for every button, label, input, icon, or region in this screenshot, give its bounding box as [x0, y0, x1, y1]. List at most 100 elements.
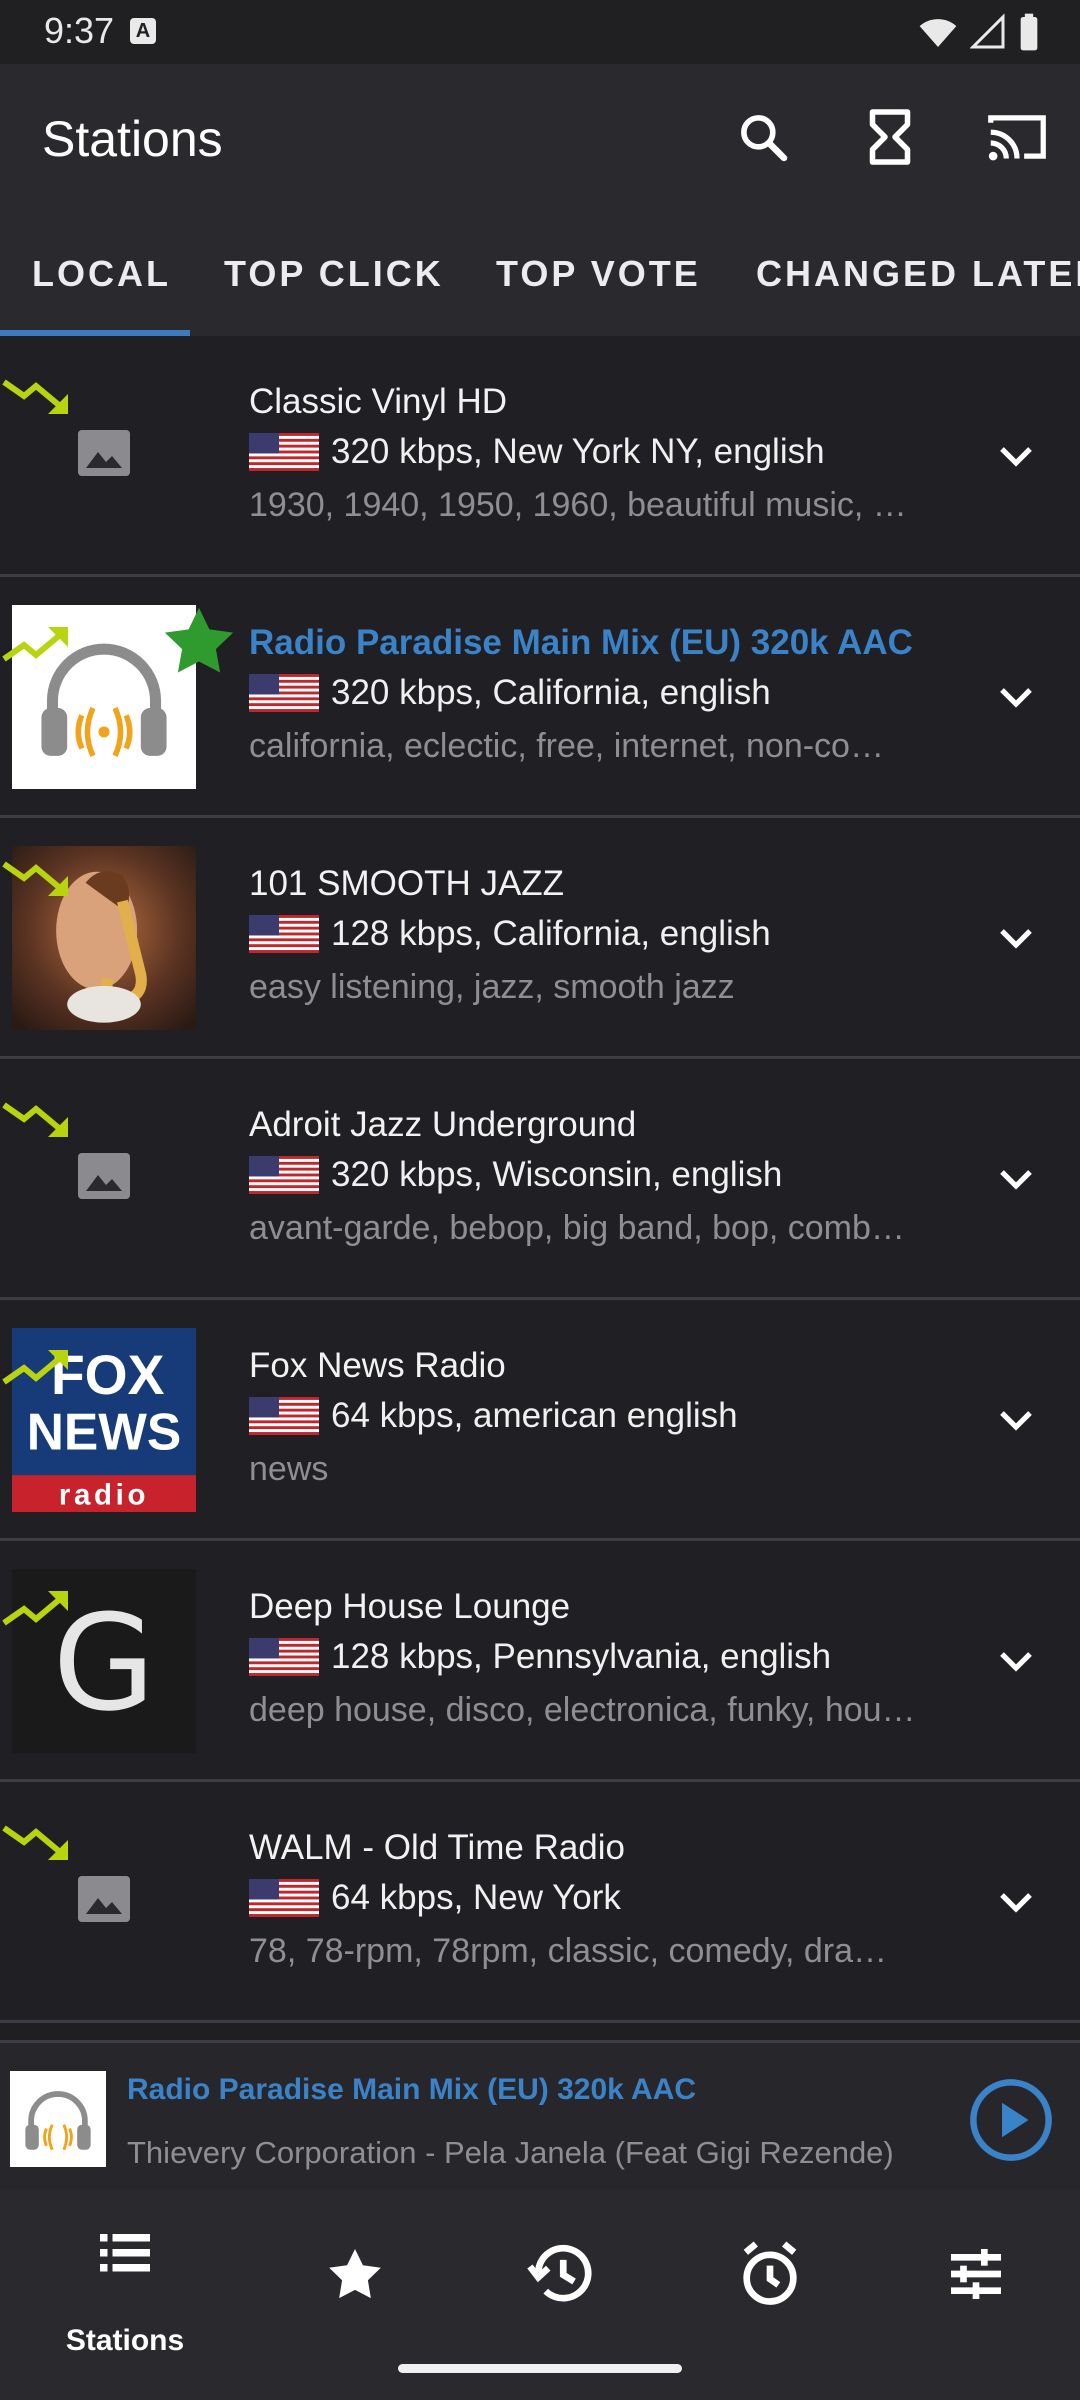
- tab-top-vote[interactable]: TOP VOTE: [496, 212, 701, 336]
- now-playing-track: Thievery Corporation - Pela Janela (Feat…: [127, 2135, 894, 2170]
- station-tags: avant-garde, bebop, big band, bop, comb…: [249, 1209, 905, 1247]
- station-tags: 78, 78-rpm, 78rpm, classic, comedy, dra…: [249, 1932, 888, 1970]
- news-logo-text: NEWS: [27, 1402, 182, 1460]
- trend-down-icon: [2, 1102, 68, 1137]
- station-info: 64 kbps, New York: [249, 1878, 621, 1918]
- wifi-icon: [919, 19, 957, 47]
- chevron-down-icon[interactable]: [992, 1155, 1040, 1203]
- trend-down-icon: [2, 861, 68, 896]
- station-info-text: 320 kbps, New York NY, english: [331, 432, 825, 471]
- nav-label-stations: Stations: [65, 2324, 185, 2357]
- station-tags: easy listening, jazz, smooth jazz: [249, 968, 735, 1006]
- station-info: 128 kbps, Pennsylvania, english: [249, 1637, 831, 1677]
- tab-changed-lately[interactable]: CHANGED LATEL: [756, 212, 1080, 336]
- home-indicator[interactable]: [398, 2364, 682, 2373]
- nav-stations[interactable]: Stations: [66, 2224, 184, 2357]
- station-row[interactable]: G Deep House Lounge 128 kbps, Pennsylvan…: [0, 1541, 1080, 1782]
- station-list[interactable]: Classic Vinyl HD 320 kbps, New York NY, …: [0, 336, 1080, 2023]
- tab-local[interactable]: LOCAL: [32, 212, 171, 336]
- station-info-text: 64 kbps, american english: [331, 1396, 738, 1435]
- nav-history[interactable]: [512, 2224, 612, 2334]
- chevron-down-icon[interactable]: [992, 673, 1040, 721]
- station-name: Adroit Jazz Underground: [249, 1105, 637, 1144]
- chevron-down-icon[interactable]: [992, 1878, 1040, 1926]
- chevron-down-icon[interactable]: [992, 432, 1040, 480]
- station-info: 320 kbps, California, english: [249, 673, 771, 713]
- nav-favorites[interactable]: [305, 2224, 405, 2334]
- station-tags: deep house, disco, electronica, funky, h…: [249, 1691, 916, 1729]
- signal-icon: [970, 13, 1005, 49]
- now-playing-thumbnail: [10, 2071, 106, 2167]
- trend-up-icon: [2, 1591, 68, 1626]
- now-playing-title: Radio Paradise Main Mix (EU) 320k AAC: [127, 2073, 697, 2106]
- station-info-text: 320 kbps, Wisconsin, english: [331, 1155, 783, 1194]
- station-row[interactable]: WALM - Old Time Radio 64 kbps, New York …: [0, 1782, 1080, 2023]
- us-flag-icon: [249, 1638, 319, 1676]
- station-name: Classic Vinyl HD: [249, 382, 508, 421]
- image-placeholder-icon: [78, 430, 130, 476]
- station-row[interactable]: FOX NEWS radio Fox News Radio 64 kbps, a…: [0, 1300, 1080, 1541]
- image-placeholder-icon: [78, 1153, 130, 1199]
- us-flag-icon: [249, 674, 319, 712]
- play-icon[interactable]: [968, 2077, 1054, 2163]
- search-button[interactable]: [728, 102, 798, 172]
- station-tags: news: [249, 1450, 329, 1488]
- star-icon: [329, 2249, 381, 2299]
- station-name: Radio Paradise Main Mix (EU) 320k AAC: [249, 623, 913, 662]
- now-playing-bar[interactable]: Radio Paradise Main Mix (EU) 320k AAC Th…: [0, 2040, 1080, 2193]
- station-info-text: 128 kbps, California, english: [331, 914, 771, 953]
- search-icon: [741, 115, 788, 162]
- trend-down-icon: [2, 379, 68, 414]
- alarm-icon: [743, 2241, 797, 2305]
- station-info: 320 kbps, New York NY, english: [249, 432, 825, 472]
- station-row[interactable]: Adroit Jazz Underground 320 kbps, Wiscon…: [0, 1059, 1080, 1300]
- us-flag-icon: [249, 1397, 319, 1435]
- hourglass-icon: [869, 109, 911, 165]
- station-info-text: 128 kbps, Pennsylvania, english: [331, 1637, 832, 1676]
- station-name: Deep House Lounge: [249, 1587, 571, 1626]
- favorite-star-icon: [164, 607, 234, 673]
- app-bar: Stations: [0, 64, 1080, 212]
- chevron-down-icon[interactable]: [992, 1637, 1040, 1685]
- station-info-text: 64 kbps, New York: [331, 1878, 621, 1917]
- status-icons: [918, 12, 1040, 52]
- trend-up-icon: [2, 627, 68, 662]
- trend-down-icon: [2, 1825, 68, 1860]
- chevron-down-icon[interactable]: [992, 914, 1040, 962]
- station-name: WALM - Old Time Radio: [249, 1828, 626, 1867]
- notification-icon: A: [130, 18, 156, 44]
- us-flag-icon: [249, 433, 319, 471]
- station-info: 320 kbps, Wisconsin, english: [249, 1155, 782, 1195]
- station-info-text: 320 kbps, California, english: [331, 673, 771, 712]
- chevron-down-icon[interactable]: [992, 1396, 1040, 1444]
- tab-bar: LOCAL TOP CLICK TOP VOTE CHANGED LATEL: [0, 212, 1080, 336]
- cast-button[interactable]: [982, 102, 1052, 172]
- station-name: 101 SMOOTH JAZZ: [249, 864, 565, 903]
- us-flag-icon: [249, 1156, 319, 1194]
- sleep-timer-button[interactable]: [855, 102, 925, 172]
- equalizer-icon: [951, 2249, 1001, 2299]
- station-row[interactable]: Radio Paradise Main Mix (EU) 320k AAC 32…: [0, 577, 1080, 818]
- list-icon: [100, 2234, 150, 2272]
- page-title: Stations: [42, 111, 223, 167]
- headphones-logo: [25, 2091, 91, 2151]
- station-row[interactable]: 101 SMOOTH JAZZ 128 kbps, California, en…: [0, 818, 1080, 1059]
- trend-up-icon: [2, 1350, 68, 1385]
- us-flag-icon: [249, 915, 319, 953]
- image-placeholder-icon: [78, 1876, 130, 1922]
- station-tags: 1930, 1940, 1950, 1960, beautiful music,…: [249, 486, 907, 524]
- history-icon: [527, 2244, 592, 2302]
- tab-top-click[interactable]: TOP CLICK: [224, 212, 444, 336]
- us-flag-icon: [249, 1879, 319, 1917]
- station-tags: california, eclectic, free, internet, no…: [249, 727, 884, 765]
- nav-alarm[interactable]: [720, 2224, 820, 2334]
- station-info: 64 kbps, american english: [249, 1396, 738, 1436]
- nav-equalizer[interactable]: [926, 2224, 1026, 2334]
- status-time: 9:37: [44, 10, 115, 51]
- cast-icon: [988, 115, 1046, 161]
- station-info: 128 kbps, California, english: [249, 914, 771, 954]
- radio-logo-text: radio: [59, 1479, 149, 1512]
- station-row[interactable]: Classic Vinyl HD 320 kbps, New York NY, …: [0, 336, 1080, 577]
- battery-icon: [1020, 13, 1038, 51]
- station-name: Fox News Radio: [249, 1346, 506, 1385]
